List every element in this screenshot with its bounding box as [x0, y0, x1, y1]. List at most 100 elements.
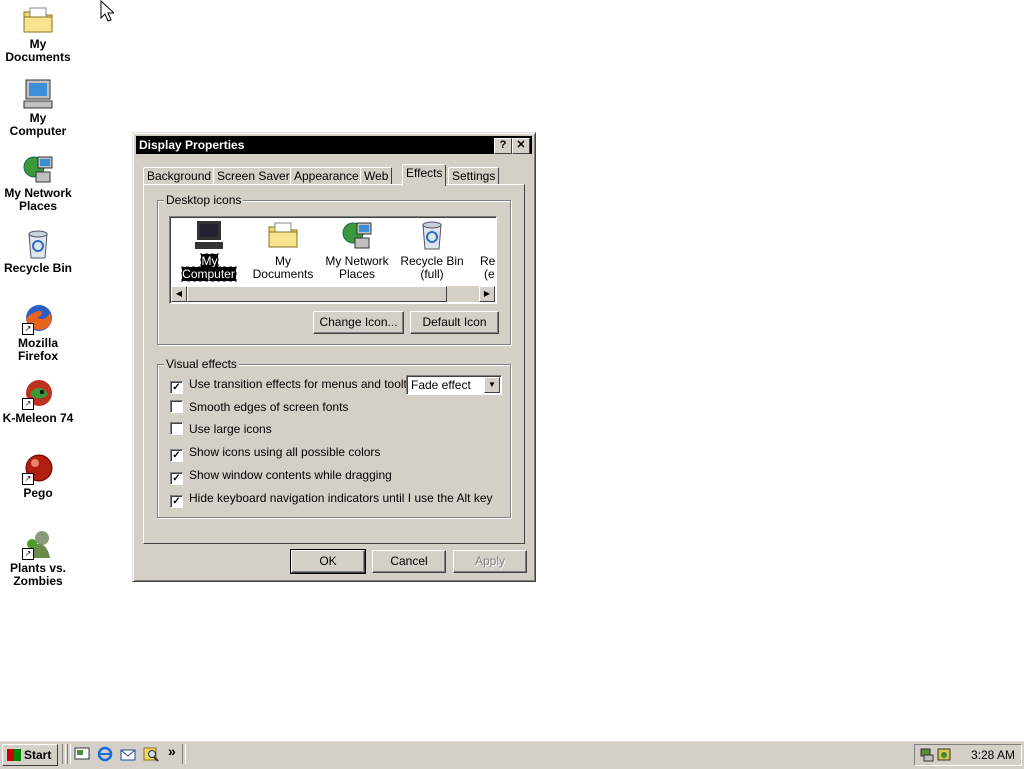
desktop-icon-my-network-places[interactable]: My Network Places — [0, 153, 76, 213]
start-label: Start — [24, 748, 52, 762]
list-item-label: Rec — [480, 254, 496, 268]
close-button[interactable]: ✕ — [512, 138, 530, 154]
option-hide-keyboard-indicators[interactable]: ✓ Hide keyboard navigation indicators unt… — [170, 491, 493, 508]
tab-screen-saver[interactable]: Screen Saver — [213, 167, 294, 185]
option-window-contents-dragging[interactable]: ✓ Show window contents while dragging — [170, 468, 392, 485]
default-icon-button[interactable]: Default Icon — [410, 311, 499, 334]
visual-effects-group: Visual effects ✓ Use transition effects f… — [157, 357, 511, 518]
list-item-my-documents[interactable]: My Documents — [246, 219, 320, 281]
desktop-icon-my-documents[interactable]: My Documents — [0, 4, 76, 64]
checkbox-hide-keyboard-indicators[interactable]: ✓ — [170, 495, 183, 508]
internet-explorer-icon[interactable] — [97, 746, 113, 762]
help-button[interactable]: ? — [494, 138, 512, 154]
scroll-thumb[interactable] — [187, 286, 447, 302]
dialog-title: Display Properties — [139, 138, 245, 152]
display-properties-dialog: Display Properties ? ✕ Background Screen… — [132, 132, 536, 582]
scroll-left-arrow-icon[interactable]: ◀ — [171, 286, 187, 302]
ok-button[interactable]: OK — [290, 549, 366, 574]
outlook-express-icon[interactable] — [120, 746, 136, 762]
option-label: Smooth edges of screen fonts — [189, 400, 349, 414]
desktop-icon-label: Firefox — [17, 349, 58, 363]
firefox-icon: ↗ — [22, 303, 54, 335]
recycle-bin-icon — [416, 219, 448, 251]
computer-icon — [193, 219, 225, 251]
shortcut-arrow-icon: ↗ — [22, 473, 34, 485]
taskbar-separator — [182, 744, 186, 764]
recycle-bin-icon — [490, 219, 496, 251]
network-places-icon — [22, 153, 54, 185]
desktop-icon-pego[interactable]: ↗ Pego — [0, 453, 76, 500]
show-desktop-icon[interactable] — [74, 746, 90, 762]
desktop-icon-mozilla-firefox[interactable]: ↗ Mozilla Firefox — [0, 303, 76, 363]
tab-appearance[interactable]: Appearance — [290, 167, 363, 185]
volume-tray-icon[interactable] — [937, 746, 953, 762]
change-icon-button[interactable]: Change Icon... — [313, 311, 404, 334]
chevron-down-icon[interactable]: ▼ — [484, 377, 500, 393]
option-transition-effects[interactable]: ✓ Use transition effects for menus and to… — [170, 377, 423, 394]
tab-web[interactable]: Web — [360, 167, 393, 185]
apply-button[interactable]: Apply — [453, 550, 527, 573]
dialog-titlebar[interactable]: Display Properties ? ✕ — [136, 136, 532, 154]
desktop-icon-label: Pego — [23, 486, 53, 500]
system-tray: 3:28 AM — [914, 744, 1022, 766]
option-smooth-edges[interactable]: Smooth edges of screen fonts — [170, 400, 348, 416]
option-all-colors[interactable]: ✓ Show icons using all possible colors — [170, 445, 381, 462]
start-button[interactable]: Start — [2, 744, 58, 766]
desktop-icon-label: Recycle Bin — [3, 261, 73, 275]
taskbar: Start » 3:28 AM — [0, 740, 1024, 769]
desktop-icon-k-meleon[interactable]: ↗ K-Meleon 74 — [0, 378, 76, 425]
desktop-icons-list[interactable]: My Computer My Documents My Network Plac… — [169, 216, 497, 304]
desktop-icons-group: Desktop icons My Computer My Documents M… — [157, 193, 511, 345]
desktop-icon-plants-vs-zombies[interactable]: ↗ Plants vs. Zombies — [0, 528, 76, 588]
folder-documents-icon — [267, 219, 299, 251]
option-label: Use transition effects for menus and too… — [189, 377, 423, 391]
option-label: Hide keyboard navigation indicators unti… — [189, 491, 493, 505]
clock[interactable]: 3:28 AM — [971, 748, 1015, 762]
checkbox-smooth-edges[interactable] — [170, 400, 183, 413]
checkbox-large-icons[interactable] — [170, 422, 183, 435]
checkbox-all-colors[interactable]: ✓ — [170, 449, 183, 462]
network-tray-icon[interactable] — [919, 746, 935, 762]
desktop-icon-label: K-Meleon 74 — [2, 411, 74, 425]
checkbox-window-contents-dragging[interactable]: ✓ — [170, 472, 183, 485]
option-label: Show icons using all possible colors — [189, 445, 381, 459]
scroll-right-arrow-icon[interactable]: ▶ — [479, 286, 495, 302]
shortcut-arrow-icon: ↗ — [22, 548, 34, 560]
list-item-label: My Network — [325, 254, 389, 268]
cancel-button[interactable]: Cancel — [372, 550, 446, 573]
list-item-my-network-places[interactable]: My Network Places — [320, 219, 394, 281]
transition-effect-value: Fade effect — [411, 378, 471, 392]
mouse-pointer-icon — [100, 0, 116, 25]
list-item-label: Recycle Bin — [400, 254, 464, 268]
taskbar-separator — [67, 744, 71, 764]
checkbox-transition-effects[interactable]: ✓ — [170, 381, 183, 394]
shortcut-arrow-icon: ↗ — [22, 323, 34, 335]
list-item-recycle-bin-empty[interactable]: Rec (e — [470, 219, 496, 281]
list-item-label: (full) — [420, 267, 444, 281]
desktop-icon-my-computer[interactable]: My Computer — [0, 78, 76, 138]
list-item-label: Places — [338, 267, 376, 281]
desktop-icon-recycle-bin[interactable]: Recycle Bin — [0, 228, 76, 275]
search-icon[interactable] — [143, 746, 159, 762]
list-item-label: My Computer — [181, 253, 237, 282]
transition-effect-select[interactable]: Fade effect ▼ — [406, 375, 502, 395]
effects-tab-panel: Desktop icons My Computer My Documents M… — [143, 184, 525, 544]
tab-background[interactable]: Background — [143, 167, 216, 185]
recycle-bin-icon — [22, 228, 54, 260]
plants-vs-zombies-icon: ↗ — [22, 528, 54, 560]
desktop-icon-label: Documents — [5, 50, 71, 64]
list-item-my-computer[interactable]: My Computer — [172, 219, 246, 282]
tab-effects[interactable]: Effects — [402, 164, 447, 186]
horizontal-scrollbar[interactable]: ◀ ▶ — [171, 286, 495, 302]
windows-logo-icon — [7, 749, 21, 761]
tab-settings[interactable]: Settings — [448, 167, 500, 185]
visual-effects-group-label: Visual effects — [164, 357, 239, 371]
option-label: Show window contents while dragging — [189, 468, 392, 482]
option-large-icons[interactable]: Use large icons — [170, 422, 272, 438]
list-item-recycle-bin-full[interactable]: Recycle Bin (full) — [395, 219, 469, 281]
network-places-icon — [341, 219, 373, 251]
option-label: Use large icons — [189, 422, 272, 436]
pego-icon: ↗ — [22, 453, 54, 485]
list-item-label: My Documents — [252, 254, 314, 281]
desktop-icons-group-label: Desktop icons — [164, 193, 244, 207]
